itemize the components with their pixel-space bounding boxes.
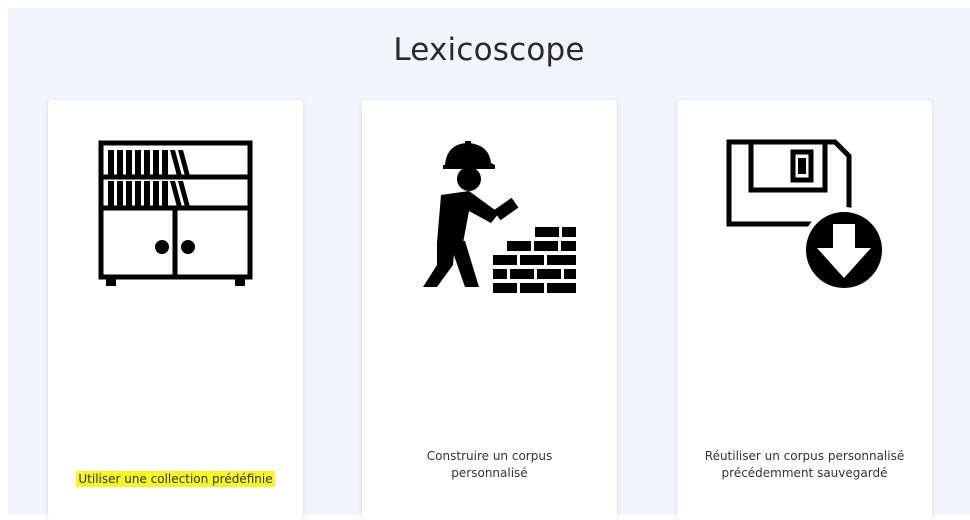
bookshelf-icon: [98, 140, 253, 286]
card-build-custom-corpus[interactable]: Construire un corpus personnalisé: [362, 100, 617, 520]
card-label: Construire un corpus personnalisé: [376, 448, 603, 482]
highlighted-label: Utiliser une collection prédéfinie: [76, 471, 275, 487]
card-label-line: Construire un corpus: [426, 449, 553, 463]
worker-building-wall-icon: [423, 141, 576, 293]
card-label-line: personnalisé: [451, 466, 528, 480]
card-predefined-collection[interactable]: Utiliser une collection prédéfinie: [48, 100, 303, 520]
page-title: Lexicoscope: [393, 32, 585, 68]
card-label-line: précédemment sauvegardé: [721, 466, 888, 480]
card-label: Réutiliser un corpus personnalisé précéd…: [691, 448, 918, 482]
floppy-disk-download-icon: [726, 139, 887, 293]
card-label-line: Réutiliser un corpus personnalisé: [704, 449, 905, 463]
page-background: Lexicoscope Utiliser une collection préd…: [8, 8, 970, 520]
card-reuse-saved-corpus[interactable]: Réutiliser un corpus personnalisé précéd…: [677, 100, 932, 520]
card-label: Utiliser une collection prédéfinie: [62, 471, 289, 488]
